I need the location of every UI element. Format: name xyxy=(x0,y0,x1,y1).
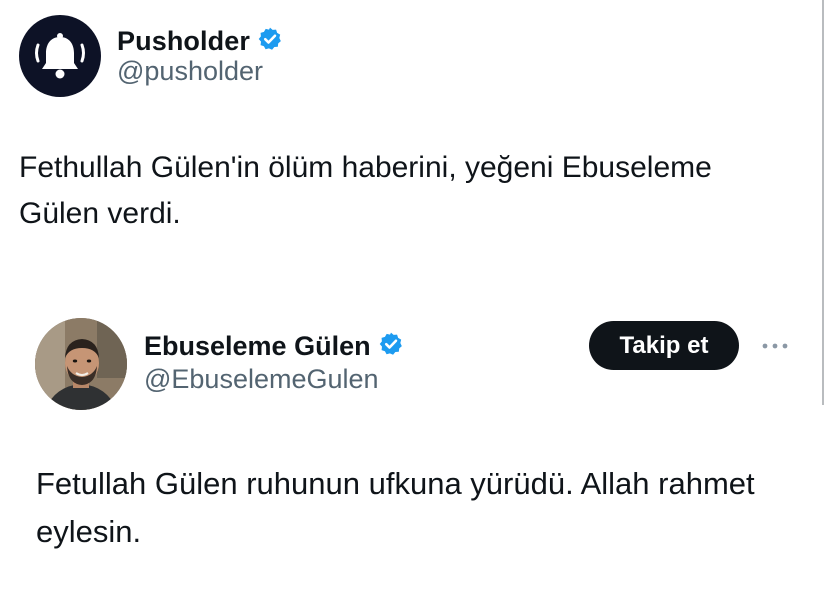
embedded-tweet-text: Fetullah Gülen ruhunun ufkuna yürüdü. Al… xyxy=(36,466,755,549)
outer-author-row: Pusholder xyxy=(117,22,283,60)
bell-icon xyxy=(35,33,85,79)
outer-author-name[interactable]: Pusholder xyxy=(117,26,250,57)
more-horizontal-icon[interactable] xyxy=(757,336,793,356)
outer-author-handle[interactable]: @pusholder xyxy=(117,56,263,87)
pusholder-avatar[interactable] xyxy=(19,15,101,97)
window-edge-gap xyxy=(822,405,828,598)
follow-button[interactable]: Takip et xyxy=(589,321,739,370)
profile-photo xyxy=(35,318,127,410)
outer-tweet-text: Fethullah Gülen'in ölüm haberini, yeğeni… xyxy=(19,151,712,230)
ebuseleme-avatar[interactable] xyxy=(35,318,127,410)
verified-badge-icon xyxy=(257,26,283,57)
embedded-author-name[interactable]: Ebuseleme Gülen xyxy=(144,331,371,362)
embedded-author-handle[interactable]: @EbuselemeGulen xyxy=(144,364,379,395)
verified-badge-icon xyxy=(378,331,404,362)
embedded-author-row: Ebuseleme Gülen xyxy=(144,327,404,365)
